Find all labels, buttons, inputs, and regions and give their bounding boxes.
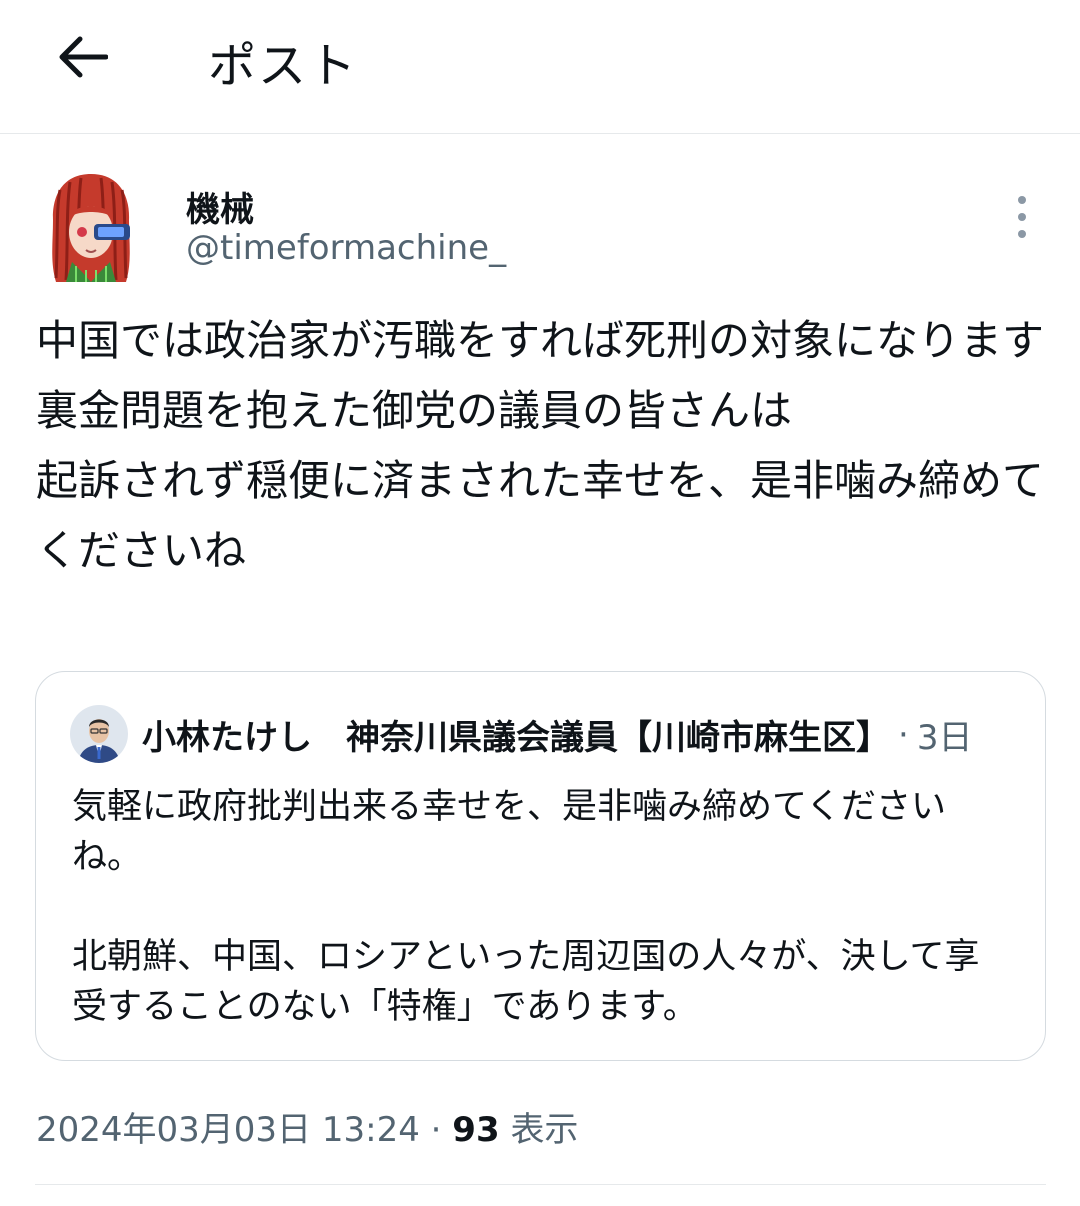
- top-app-bar: ポスト: [0, 0, 1080, 134]
- author-handle[interactable]: @timeformachine_: [186, 228, 506, 268]
- more-vertical-icon-dot: [1018, 229, 1026, 238]
- quoted-time: 3日: [916, 718, 973, 758]
- views-label: 表示: [510, 1110, 579, 1150]
- quoted-tweet-card[interactable]: 小林たけし 神奈川県議会議員【川崎市麻生区】 · 3日 気軽に政府批判出来る幸せ…: [35, 671, 1046, 1061]
- quoted-separator: ·: [898, 714, 909, 755]
- divider: [35, 1184, 1046, 1185]
- page-title: ポスト: [208, 38, 359, 94]
- quoted-author-name: 小林たけし 神奈川県議会議員【川崎市麻生区】: [142, 718, 890, 758]
- tweet-text: 中国では政治家が汚職をすれば死刑の対象になります 裏金問題を抱えた御党の議員の皆…: [36, 316, 1045, 575]
- more-vertical-icon-dot: [1018, 212, 1026, 221]
- back-button[interactable]: [42, 22, 122, 92]
- quoted-author-avatar: [70, 705, 128, 763]
- tweet-timestamp[interactable]: 2024年03月03日 13:24: [36, 1110, 420, 1150]
- views-count: 93: [452, 1110, 500, 1150]
- quoted-tweet-header: 小林たけし 神奈川県議会議員【川崎市麻生区】 · 3日: [142, 710, 1012, 759]
- author-display-name[interactable]: 機械: [186, 182, 254, 231]
- tweet-meta: 2024年03月03日 13:24 · 93 表示: [36, 1102, 578, 1151]
- arrow-left-icon: [59, 36, 108, 78]
- more-vertical-icon: [1018, 196, 1026, 205]
- user-avatar[interactable]: [46, 170, 136, 286]
- meta-separator: ·: [430, 1110, 442, 1150]
- more-options-button[interactable]: [1004, 192, 1040, 242]
- quoted-tweet-text: 気軽に政府批判出来る幸せを、是非噛み締めてくださいね。 北朝鮮、中国、ロシアとい…: [72, 787, 980, 1027]
